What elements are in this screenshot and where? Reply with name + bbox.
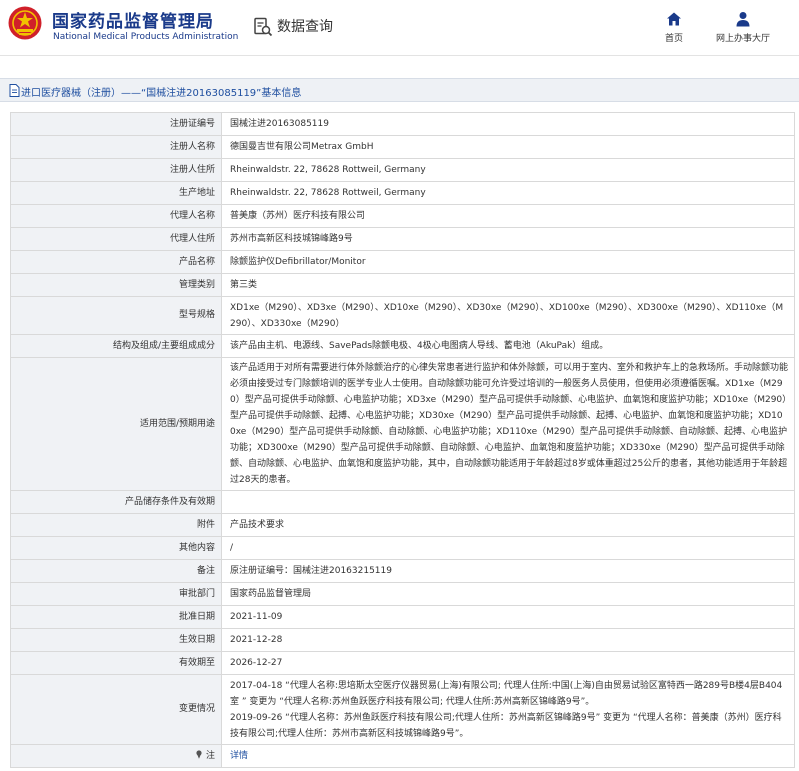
note-label-cell: 注 bbox=[10, 744, 222, 768]
field-label: 批准日期 bbox=[10, 605, 222, 629]
registrant-name-value: 德国曼吉世有限公司Metrax GmbH bbox=[221, 135, 795, 159]
management-class-value: 第三类 bbox=[221, 273, 795, 297]
device-info-table: 注册证编号 国械注进20163085119 注册人名称 德国曼吉世有限公司Met… bbox=[10, 112, 795, 768]
field-label: 代理人名称 bbox=[10, 204, 222, 228]
field-label: 生产地址 bbox=[10, 181, 222, 205]
approval-department-value: 国家药品监督管理局 bbox=[221, 582, 795, 606]
record-title-bar: 进口医疗器械（注册）——“国械注进20163085119”基本信息 bbox=[0, 78, 799, 102]
agent-name-value: 普美康（苏州）医疗科技有限公司 bbox=[221, 204, 795, 228]
brand-name-en[interactable]: National Medical Products Administration bbox=[53, 32, 238, 42]
nav-home[interactable]: 首页 bbox=[665, 11, 683, 44]
table-row: 其他内容 / bbox=[10, 536, 795, 560]
field-label: 适用范围/预期用途 bbox=[10, 357, 222, 491]
field-label: 产品名称 bbox=[10, 250, 222, 274]
field-label: 注册人住所 bbox=[10, 158, 222, 182]
brand-name-cn[interactable]: 国家药品监督管理局 bbox=[52, 7, 214, 32]
field-label: 备注 bbox=[10, 559, 222, 583]
data-query-title: 数据查询 bbox=[277, 19, 333, 35]
field-label: 其他内容 bbox=[10, 536, 222, 560]
table-row: 注册人住所 Rheinwaldstr. 22, 78628 Rottweil, … bbox=[10, 158, 795, 182]
production-address-value: Rheinwaldstr. 22, 78628 Rottweil, German… bbox=[221, 181, 795, 205]
table-row: 审批部门 国家药品监督管理局 bbox=[10, 582, 795, 606]
field-label: 附件 bbox=[10, 513, 222, 537]
user-icon bbox=[736, 12, 750, 27]
table-row: 产品储存条件及有效期 bbox=[10, 490, 795, 514]
table-row: 注册证编号 国械注进20163085119 bbox=[10, 112, 795, 136]
model-spec-value: XD1xe（M290）、XD3xe（M290）、XD10xe（M290）、XD3… bbox=[221, 296, 795, 335]
field-label: 审批部门 bbox=[10, 582, 222, 606]
approval-date-value: 2021-11-09 bbox=[221, 605, 795, 629]
remarks-value: 原注册证编号：国械注进20163215119 bbox=[221, 559, 795, 583]
product-name-value: 除颤监护仪Defibrillator/Monitor bbox=[221, 250, 795, 274]
other-content-value: / bbox=[221, 536, 795, 560]
field-label: 代理人住所 bbox=[10, 227, 222, 251]
table-row: 产品名称 除颤监护仪Defibrillator/Monitor bbox=[10, 250, 795, 274]
field-label: 注册证编号 bbox=[10, 112, 222, 136]
table-row: 适用范围/预期用途 该产品适用于对所有需要进行体外除颤治疗的心律失常患者进行监护… bbox=[10, 357, 795, 491]
agent-address-value: 苏州市高新区科技城锦峰路9号 bbox=[221, 227, 795, 251]
table-row: 变更情况 2017-04-18 “代理人名称:思培斯太空医疗仪器贸易(上海)有限… bbox=[10, 674, 795, 745]
details-link[interactable]: 详情 bbox=[230, 751, 248, 761]
registrant-address-value: Rheinwaldstr. 22, 78628 Rottweil, German… bbox=[221, 158, 795, 182]
change-history-value: 2017-04-18 “代理人名称:思培斯太空医疗仪器贸易(上海)有限公司; 代… bbox=[221, 674, 795, 745]
table-row: 批准日期 2021-11-09 bbox=[10, 605, 795, 629]
field-label: 管理类别 bbox=[10, 273, 222, 297]
registration-number-value: 国械注进20163085119 bbox=[221, 112, 795, 136]
table-row: 有效期至 2026-12-27 bbox=[10, 651, 795, 675]
composition-value: 该产品由主机、电源线、SavePads除颤电极、4极心电图病人导线、蓄电池（Ak… bbox=[221, 334, 795, 358]
field-label: 变更情况 bbox=[10, 674, 222, 745]
field-label: 结构及组成/主要组成成分 bbox=[10, 334, 222, 358]
valid-until-value: 2026-12-27 bbox=[221, 651, 795, 675]
table-row: 注册人名称 德国曼吉世有限公司Metrax GmbH bbox=[10, 135, 795, 159]
table-row: 附件 产品技术要求 bbox=[10, 513, 795, 537]
site-header: 国家药品监督管理局 National Medical Products Admi… bbox=[0, 0, 799, 56]
note-value-cell: 详情 bbox=[221, 744, 795, 768]
field-label: 型号规格 bbox=[10, 296, 222, 335]
nav-home-label: 首页 bbox=[665, 34, 684, 44]
table-row: 结构及组成/主要组成成分 该产品由主机、电源线、SavePads除颤电极、4极心… bbox=[10, 334, 795, 358]
storage-conditions-value bbox=[221, 490, 795, 514]
document-icon bbox=[9, 84, 20, 97]
nav-online-service-label: 网上办事大厅 bbox=[716, 34, 771, 44]
home-icon bbox=[667, 12, 681, 26]
table-row: 代理人住所 苏州市高新区科技城锦峰路9号 bbox=[10, 227, 795, 251]
table-row: 代理人名称 普美康（苏州）医疗科技有限公司 bbox=[10, 204, 795, 228]
note-label: 注 bbox=[205, 750, 215, 761]
field-label: 生效日期 bbox=[10, 628, 222, 652]
data-query-icon bbox=[254, 17, 273, 37]
pin-icon bbox=[196, 749, 202, 759]
field-label: 产品储存条件及有效期 bbox=[10, 490, 222, 514]
table-row: 注 详情 bbox=[10, 744, 795, 768]
intended-use-value: 该产品适用于对所有需要进行体外除颤治疗的心律失常患者进行监护和体外除颤，可以用于… bbox=[221, 357, 795, 491]
attachment-value: 产品技术要求 bbox=[221, 513, 795, 537]
national-emblem-logo[interactable] bbox=[8, 6, 42, 40]
field-label: 有效期至 bbox=[10, 651, 222, 675]
table-row: 备注 原注册证编号：国械注进20163215119 bbox=[10, 559, 795, 583]
table-row: 生效日期 2021-12-28 bbox=[10, 628, 795, 652]
record-title: 进口医疗器械（注册）——“国械注进20163085119”基本信息 bbox=[21, 88, 302, 99]
table-row: 型号规格 XD1xe（M290）、XD3xe（M290）、XD10xe（M290… bbox=[10, 296, 795, 335]
table-row: 管理类别 第三类 bbox=[10, 273, 795, 297]
nav-online-service-hall[interactable]: 网上办事大厅 bbox=[716, 11, 770, 44]
field-label: 注册人名称 bbox=[10, 135, 222, 159]
effective-date-value: 2021-12-28 bbox=[221, 628, 795, 652]
table-row: 生产地址 Rheinwaldstr. 22, 78628 Rottweil, G… bbox=[10, 181, 795, 205]
